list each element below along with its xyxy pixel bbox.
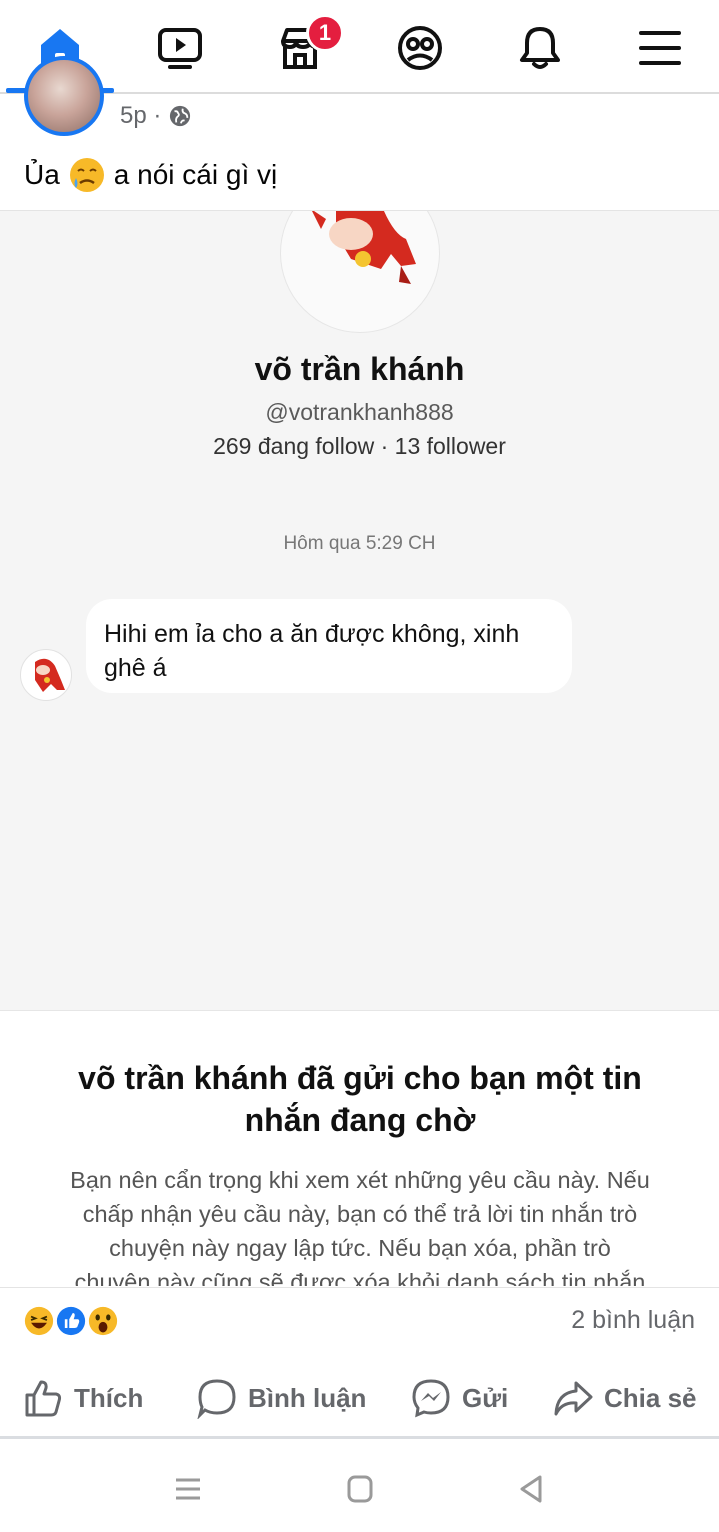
share-button[interactable]: Chia sẻ: [552, 1375, 697, 1421]
thumbs-up-icon: [25, 1380, 62, 1417]
message-bubble: Hihi em ỉa cho a ăn được không, xinh ghê…: [86, 599, 572, 693]
card-title: võ trần khánh đã gửi cho bạn một tin nhắ…: [30, 1057, 690, 1141]
share-arrow-icon: [554, 1381, 593, 1416]
caption-text-start: Ủa: [24, 159, 60, 190]
card-body-line: chuyện này ngay lập tức. Nếu bạn xóa, ph…: [109, 1235, 611, 1261]
comments-count[interactable]: 2 bình luận: [571, 1306, 695, 1335]
post-time: 5p ·: [120, 102, 162, 129]
back-triangle-icon: [520, 1475, 542, 1503]
comment-label: Bình luận: [248, 1382, 367, 1413]
profile-stats: 269 đang follow · 13 follower: [213, 433, 506, 459]
sender-avatar: [20, 649, 72, 701]
post-actions: Thích Bình luận Gửi Chia sẻ: [0, 1357, 719, 1439]
home-square-icon: [347, 1475, 373, 1503]
card-title-line: nhắn đang chờ: [244, 1102, 476, 1138]
like-button[interactable]: Thích: [22, 1375, 143, 1421]
home-button[interactable]: [340, 1472, 380, 1506]
superhero-avatar-icon: [35, 658, 65, 692]
post-meta: 5p ·: [120, 102, 191, 130]
messenger-icon: [412, 1379, 450, 1418]
profile-handle: @votrankhanh888: [265, 399, 454, 425]
send-label: Gửi: [462, 1382, 509, 1413]
share-label: Chia sẻ: [604, 1382, 697, 1413]
system-navigation-bar: [0, 1442, 719, 1532]
card-body-line: chấp nhận yêu cầu này, bạn có thể trả lờ…: [82, 1201, 638, 1227]
superhero-sticker-icon: [312, 211, 416, 284]
card-body-line: chuyện này cũng sẽ được xóa khỏi danh sá…: [74, 1269, 646, 1286]
reactions-bar[interactable]: 2 bình luận: [0, 1287, 719, 1357]
shared-screenshot[interactable]: võ trần khánh @votrankhanh888 269 đang f…: [0, 210, 719, 1010]
like-label: Thích: [74, 1382, 144, 1413]
haha-icon: [22, 1304, 56, 1338]
post-caption: Ủa a nói cái gì vị: [24, 156, 277, 194]
notification-badge: 1: [306, 14, 344, 52]
video-icon: [158, 28, 202, 69]
comment-bubble-icon: [197, 1379, 236, 1419]
profile-name: võ trần khánh: [254, 351, 465, 387]
profile-picture: [280, 211, 440, 333]
card-body: Bạn nên cẩn trọng khi xem xét những yêu …: [34, 1163, 686, 1286]
recents-button[interactable]: [168, 1472, 208, 1506]
like-icon: [54, 1304, 88, 1338]
send-button[interactable]: Gửi: [410, 1375, 508, 1421]
holding-back-tears-emoji-icon: [69, 158, 104, 192]
hamburger-icon: [639, 31, 681, 65]
video-tab[interactable]: [150, 20, 210, 76]
message-timestamp: Hôm qua 5:29 CH: [283, 533, 436, 554]
card-body-line: Bạn nên cẩn trọng khi xem xét những yêu …: [70, 1167, 650, 1193]
profile-tab[interactable]: [390, 20, 450, 76]
recents-icon: [176, 1478, 200, 1500]
bell-icon: [520, 27, 560, 69]
post-author-avatar[interactable]: [24, 56, 104, 136]
menu-tab[interactable]: [630, 20, 690, 76]
top-nav-bar: 1: [0, 0, 719, 94]
pending-message-card: võ trần khánh đã gửi cho bạn một tin nhắ…: [0, 1010, 719, 1286]
message-text-line: ghê á: [104, 654, 167, 682]
card-title-line: võ trần khánh đã gửi cho bạn một tin: [78, 1060, 642, 1096]
message-text-line: Hihi em ỉa cho a ăn được không, xinh: [104, 620, 520, 648]
globe-icon: [170, 105, 191, 127]
back-button[interactable]: [512, 1472, 552, 1506]
comment-button[interactable]: Bình luận: [196, 1375, 366, 1421]
wow-icon: [86, 1304, 120, 1338]
caption-text-end: a nói cái gì vị: [113, 159, 278, 190]
notifications-tab[interactable]: [510, 20, 570, 76]
avatar-icon: [398, 26, 442, 70]
